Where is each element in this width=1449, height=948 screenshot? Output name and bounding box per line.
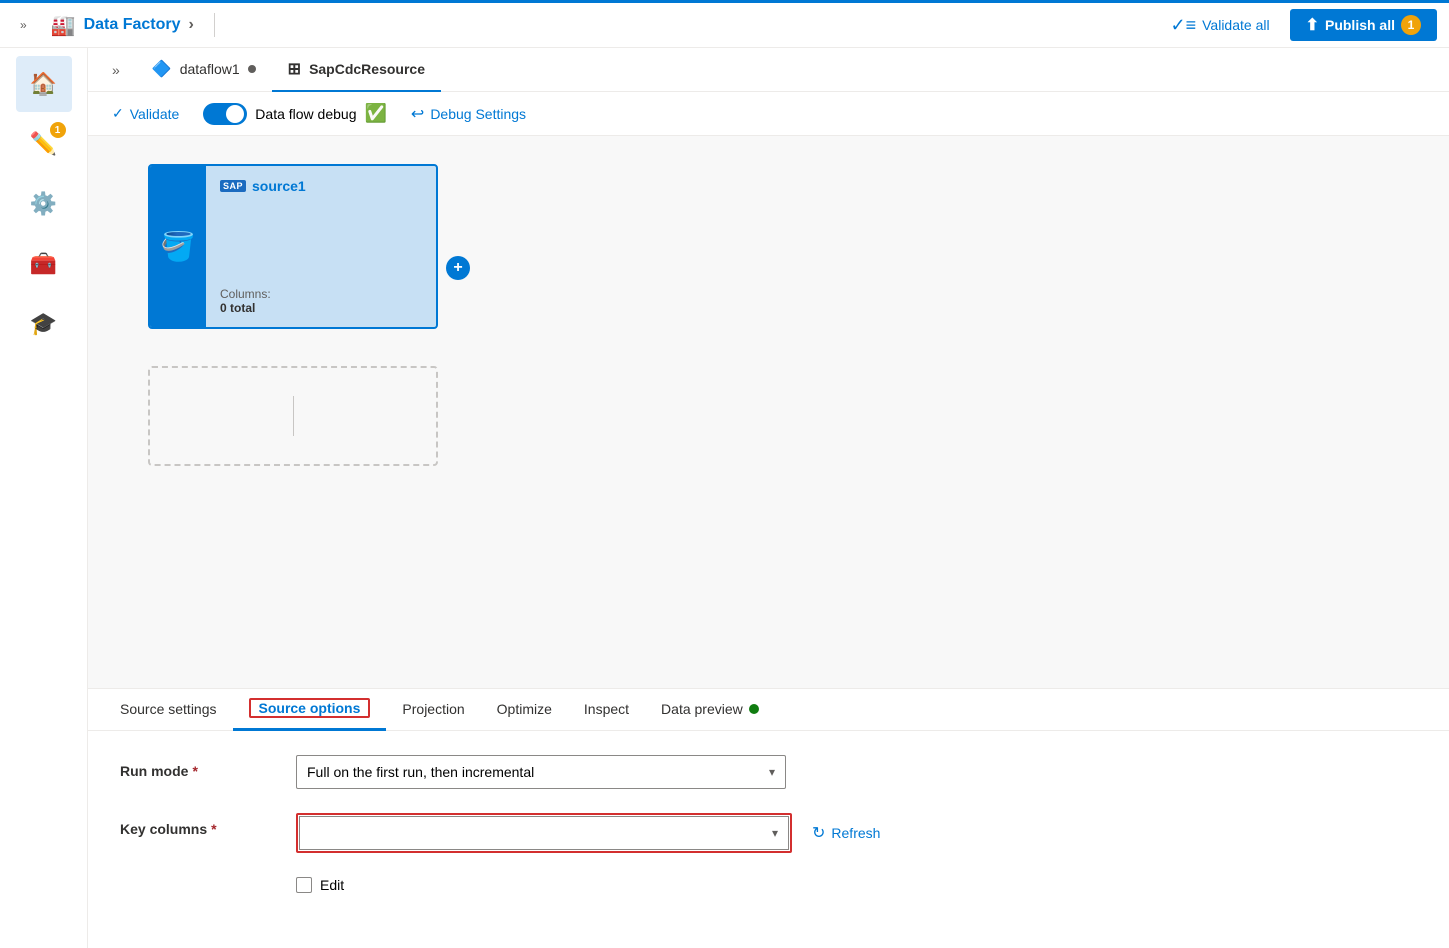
debug-settings-icon: ↩ — [411, 104, 424, 124]
top-bar: » 🏭 Data Factory › ✓≡ Validate all ⬆ Pub… — [0, 0, 1449, 48]
tab-sapcdc[interactable]: ⊞ SapCdcResource — [272, 48, 441, 92]
sidebar-item-learn[interactable]: 🎓 — [16, 296, 72, 352]
key-columns-highlight-box: ▾ — [296, 813, 792, 853]
edit-checkbox[interactable] — [296, 877, 312, 893]
sap-logo: SAP — [220, 180, 246, 192]
source-node-left-panel: 🪣 — [150, 166, 206, 327]
sidebar-item-monitor[interactable]: ⚙️ — [16, 176, 72, 232]
source-columns-label: Columns: — [220, 287, 422, 301]
tab-source-settings[interactable]: Source settings — [104, 689, 233, 731]
data-preview-status-dot — [749, 704, 759, 714]
run-mode-chevron-icon: ▾ — [769, 765, 775, 779]
key-columns-row: Key columns * ▾ ↻ Refresh — [120, 813, 1417, 853]
run-mode-label: Run mode * — [120, 755, 280, 779]
add-transform-button[interactable]: + — [446, 256, 470, 280]
publish-all-button[interactable]: ⬆ Publish all 1 — [1290, 9, 1437, 41]
top-actions: ✓≡ Validate all ⬆ Publish all 1 — [1163, 9, 1437, 41]
source-columns-value: 0 total — [220, 301, 422, 315]
refresh-icon: ↻ — [812, 823, 825, 843]
layout: 🏠 ✏️ 1 ⚙️ 🧰 🎓 » 🔷 dataflow1 ⊞ Sa — [0, 48, 1449, 948]
toolbox-icon: 🧰 — [30, 251, 57, 277]
main-content: » 🔷 dataflow1 ⊞ SapCdcResource ✓ Validat… — [88, 48, 1449, 948]
sub-header: » 🔷 dataflow1 ⊞ SapCdcResource — [88, 48, 1449, 92]
tab-source-options[interactable]: Source options — [233, 689, 387, 731]
run-mode-select[interactable]: Full on the first run, then incremental … — [296, 755, 786, 789]
toggle-knob — [226, 105, 244, 123]
debug-settings-button[interactable]: ↩ Debug Settings — [403, 100, 534, 128]
source-node-body: SAP source1 Columns: 0 total — [206, 166, 436, 327]
expand-icon[interactable]: » — [12, 10, 35, 40]
tab-projection[interactable]: Projection — [386, 689, 480, 731]
check-icon: ✓ — [112, 105, 124, 122]
validate-all-button[interactable]: ✓≡ Validate all — [1163, 11, 1278, 40]
tab-optimize[interactable]: Optimize — [481, 689, 568, 731]
brand: 🏭 Data Factory › — [51, 13, 194, 38]
bottom-panel: Source settings Source options Projectio… — [88, 688, 1449, 948]
debug-toggle-container: Data flow debug ✅ — [203, 103, 387, 125]
source-db-icon: 🪣 — [161, 230, 196, 263]
publish-badge: 1 — [1401, 15, 1421, 35]
tab-dot — [248, 65, 256, 73]
debug-status-icon: ✅ — [364, 103, 386, 124]
publish-icon: ⬆ — [1306, 15, 1319, 35]
monitor-icon: ⚙️ — [30, 191, 57, 217]
run-mode-value: Full on the first run, then incremental — [307, 764, 534, 780]
bottom-tabs: Source settings Source options Projectio… — [88, 689, 1449, 731]
factory-icon: 🏭 — [51, 13, 76, 38]
key-columns-chevron-icon: ▾ — [772, 826, 778, 840]
tab-inspect[interactable]: Inspect — [568, 689, 645, 731]
validate-icon: ✓≡ — [1171, 15, 1197, 36]
brand-chevron: › — [189, 16, 194, 34]
source-options-box: Source options — [249, 698, 371, 718]
drop-zone[interactable] — [148, 366, 438, 466]
toolbar: ✓ Validate Data flow debug ✅ ↩ Debug Set… — [88, 92, 1449, 136]
source-node-info: Columns: 0 total — [220, 287, 422, 315]
key-columns-required: * — [211, 821, 216, 837]
drop-zone-line — [293, 396, 294, 436]
edit-row: Edit — [296, 877, 1417, 893]
canvas[interactable]: 🪣 SAP source1 Columns: 0 total — [88, 136, 1449, 688]
run-mode-row: Run mode * Full on the first run, then i… — [120, 755, 1417, 789]
source-node[interactable]: 🪣 SAP source1 Columns: 0 total — [148, 164, 438, 329]
edit-badge: 1 — [50, 122, 66, 138]
tab-data-preview[interactable]: Data preview — [645, 689, 775, 731]
sidebar: 🏠 ✏️ 1 ⚙️ 🧰 🎓 — [0, 48, 88, 948]
key-columns-wrapper: ▾ ↻ Refresh — [296, 813, 888, 853]
source-node-name: source1 — [252, 178, 306, 194]
home-icon: 🏠 — [30, 71, 57, 97]
sapcdc-icon: ⊞ — [288, 59, 301, 79]
dataflow-icon: 🔷 — [152, 59, 172, 79]
brand-label: Data Factory — [84, 16, 181, 34]
refresh-button[interactable]: ↻ Refresh — [804, 819, 888, 847]
run-mode-required: * — [192, 763, 197, 779]
debug-toggle[interactable] — [203, 103, 247, 125]
sub-expand-icon[interactable]: » — [104, 54, 128, 86]
columns-count: 0 total — [220, 301, 255, 315]
divider — [214, 13, 215, 37]
key-columns-label: Key columns * — [120, 813, 280, 837]
tab-dataflow1[interactable]: 🔷 dataflow1 — [136, 48, 272, 92]
source-node-arrow — [436, 227, 438, 267]
edit-label: Edit — [320, 877, 344, 893]
sidebar-item-edit[interactable]: ✏️ 1 — [16, 116, 72, 172]
key-columns-select[interactable]: ▾ — [299, 816, 789, 850]
sidebar-item-toolbox[interactable]: 🧰 — [16, 236, 72, 292]
validate-button[interactable]: ✓ Validate — [104, 101, 187, 126]
learn-icon: 🎓 — [30, 311, 57, 337]
form-area: Run mode * Full on the first run, then i… — [88, 731, 1449, 917]
sidebar-item-home[interactable]: 🏠 — [16, 56, 72, 112]
source-node-title: SAP source1 — [220, 178, 422, 194]
